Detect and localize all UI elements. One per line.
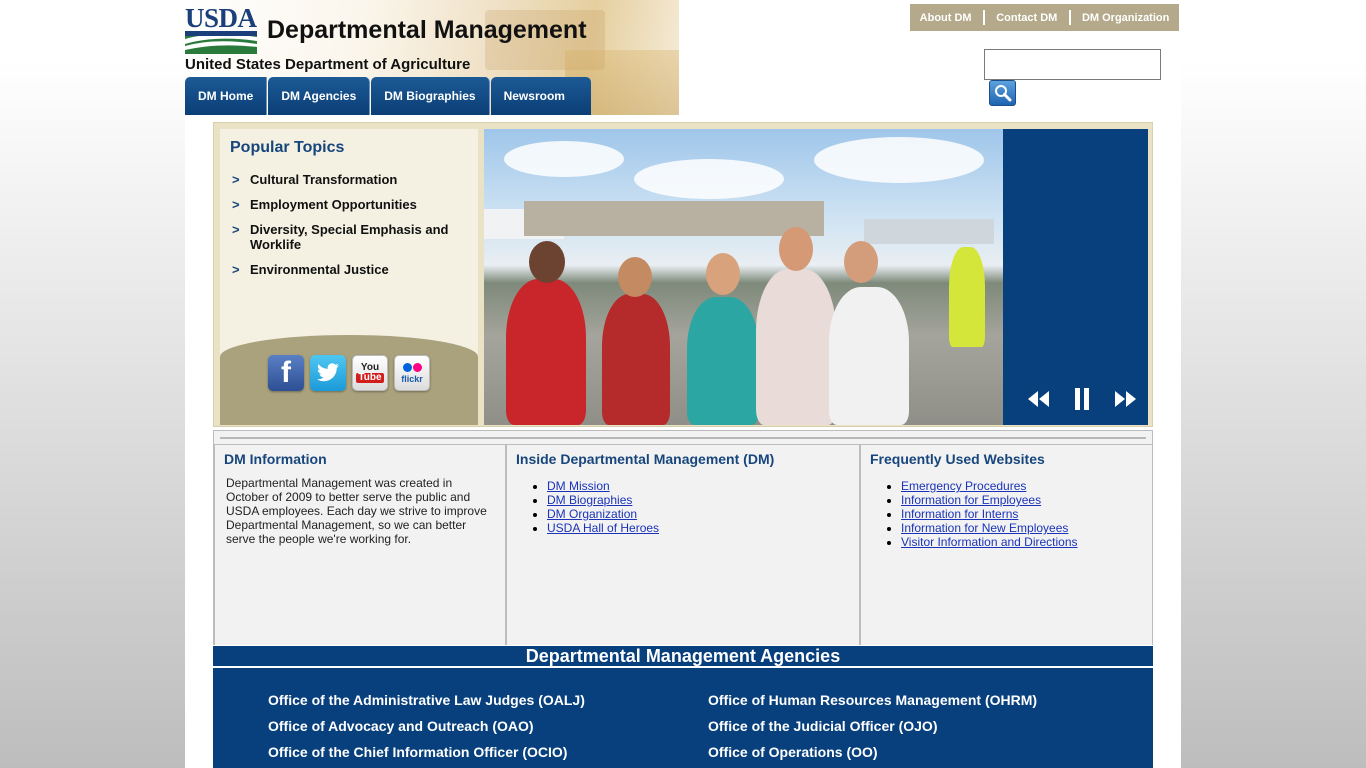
info-divider xyxy=(220,437,1146,439)
list-item: Information for New Employees xyxy=(901,521,1152,535)
header-banner: USDA Departmental Management United Stat… xyxy=(185,0,679,115)
link-info-new-employees[interactable]: Information for New Employees xyxy=(901,521,1068,535)
flickr-icon[interactable]: flickr xyxy=(394,355,430,391)
usda-logo-text: USDA xyxy=(185,3,257,33)
link-dm-organization-inside[interactable]: DM Organization xyxy=(547,507,637,521)
search-button[interactable] xyxy=(989,80,1016,106)
popular-topic-item[interactable]: > Environmental Justice xyxy=(232,262,468,277)
agency-link[interactable]: Office of Advocacy and Outreach (OAO) xyxy=(268,718,585,744)
link-info-interns[interactable]: Information for Interns xyxy=(901,507,1018,521)
link-contact-dm[interactable]: Contact DM xyxy=(996,12,1057,24)
youtube-icon[interactable]: You Tube xyxy=(352,355,388,391)
page-container: USDA Departmental Management United Stat… xyxy=(185,0,1181,768)
agency-link[interactable]: Office of Operations (OO) xyxy=(708,744,1037,768)
nav-newsroom[interactable]: Newsroom xyxy=(490,77,591,115)
list-item: DM Mission xyxy=(547,479,859,493)
frequent-sites-box: Frequently Used Websites Emergency Proce… xyxy=(860,444,1153,645)
agency-link[interactable]: Office of the Administrative Law Judges … xyxy=(268,692,585,718)
list-item: Visitor Information and Directions xyxy=(901,535,1152,549)
link-dm-biographies[interactable]: DM Biographies xyxy=(547,493,632,507)
agency-link[interactable]: Office of the Chief Information Officer … xyxy=(268,744,585,768)
inside-dm-title: Inside Departmental Management (DM) xyxy=(516,451,775,467)
link-visitor-info[interactable]: Visitor Information and Directions xyxy=(901,535,1078,549)
chevron-right-icon: > xyxy=(232,172,240,187)
twitter-icon[interactable] xyxy=(310,355,346,391)
agency-link[interactable]: Office of Human Resources Management (OH… xyxy=(708,692,1037,718)
top-links-bar: About DM Contact DM DM Organization xyxy=(910,4,1179,31)
main-nav: DM Home DM Agencies DM Biographies Newsr… xyxy=(185,77,592,115)
link-emergency-procedures[interactable]: Emergency Procedures xyxy=(901,479,1026,493)
list-item: USDA Hall of Heroes xyxy=(547,521,859,535)
slideshow-controls xyxy=(1027,387,1137,411)
site-subtitle: United States Department of Agriculture xyxy=(185,56,471,73)
popular-topic-item[interactable]: > Employment Opportunities xyxy=(232,197,468,212)
search-icon xyxy=(994,85,1011,102)
pause-icon[interactable] xyxy=(1073,387,1091,411)
frequent-sites-title: Frequently Used Websites xyxy=(870,451,1045,467)
popular-topic-label: Environmental Justice xyxy=(250,262,389,277)
list-item: DM Biographies xyxy=(547,493,859,507)
frequent-sites-links: Emergency Procedures Information for Emp… xyxy=(901,479,1152,549)
link-about-dm[interactable]: About DM xyxy=(920,12,972,24)
nav-dm-agencies[interactable]: DM Agencies xyxy=(268,77,371,115)
link-dm-organization[interactable]: DM Organization xyxy=(1082,12,1169,24)
dm-information-title: DM Information xyxy=(224,451,327,467)
inside-dm-links: DM Mission DM Biographies DM Organizatio… xyxy=(547,479,859,535)
list-item: Information for Employees xyxy=(901,493,1152,507)
twitter-bird-icon xyxy=(317,363,339,382)
chevron-right-icon: > xyxy=(232,222,240,237)
link-info-employees[interactable]: Information for Employees xyxy=(901,493,1041,507)
link-hall-of-heroes[interactable]: USDA Hall of Heroes xyxy=(547,521,659,535)
dm-information-text: Departmental Management was created in O… xyxy=(226,476,487,546)
popular-topic-label: Cultural Transformation xyxy=(250,172,398,187)
agency-link[interactable]: Office of the Judicial Officer (OJO) xyxy=(708,718,1037,744)
usda-logo[interactable]: USDA xyxy=(185,4,257,54)
search-input[interactable] xyxy=(984,49,1161,80)
top-links-divider xyxy=(1068,10,1071,25)
agencies-column-right: Office of Human Resources Management (OH… xyxy=(708,692,1037,768)
site-title: Departmental Management xyxy=(267,16,587,44)
fast-forward-icon[interactable] xyxy=(1113,390,1137,408)
rewind-icon[interactable] xyxy=(1027,390,1051,408)
chevron-right-icon: > xyxy=(232,262,240,277)
youtube-tube-text: Tube xyxy=(356,372,384,383)
popular-topic-label: Diversity, Special Emphasis and Worklife xyxy=(250,222,449,252)
popular-topics-title: Popular Topics xyxy=(230,139,345,156)
popular-topic-item[interactable]: > Diversity, Special Emphasis and Worklif… xyxy=(232,222,468,252)
flickr-dots xyxy=(402,362,422,372)
top-links-divider xyxy=(982,10,985,25)
slideshow-panel xyxy=(1003,129,1148,425)
popular-topics-list: > Cultural Transformation > Employment Opp… xyxy=(232,172,468,287)
nav-dm-home[interactable]: DM Home xyxy=(185,77,268,115)
list-item: DM Organization xyxy=(547,507,859,521)
facebook-letter: f xyxy=(281,356,291,389)
feature-band: Popular Topics > Cultural Transformation … xyxy=(213,122,1153,427)
chevron-right-icon: > xyxy=(232,197,240,212)
list-item: Information for Interns xyxy=(901,507,1152,521)
inside-dm-box: Inside Departmental Management (DM) DM M… xyxy=(506,444,860,645)
popular-topic-label: Employment Opportunities xyxy=(250,197,417,212)
agencies-list: Office of the Administrative Law Judges … xyxy=(213,668,1153,768)
popular-topic-item[interactable]: > Cultural Transformation xyxy=(232,172,468,187)
usda-logo-wave-icon xyxy=(185,31,257,54)
slideshow-image[interactable] xyxy=(484,129,1003,425)
flickr-text: flickr xyxy=(401,373,423,384)
list-item: Emergency Procedures xyxy=(901,479,1152,493)
agencies-column-left: Office of the Administrative Law Judges … xyxy=(268,692,585,768)
popular-topics-panel: Popular Topics > Cultural Transformation … xyxy=(220,129,478,425)
info-section: DM Information Departmental Management w… xyxy=(213,430,1153,645)
agencies-title: Departmental Management Agencies xyxy=(213,646,1153,666)
link-dm-mission[interactable]: DM Mission xyxy=(547,479,610,493)
social-links: f You Tube flickr xyxy=(268,355,430,391)
nav-dm-biographies[interactable]: DM Biographies xyxy=(371,77,490,115)
facebook-icon[interactable]: f xyxy=(268,355,304,391)
dm-information-box: DM Information Departmental Management w… xyxy=(214,444,506,645)
